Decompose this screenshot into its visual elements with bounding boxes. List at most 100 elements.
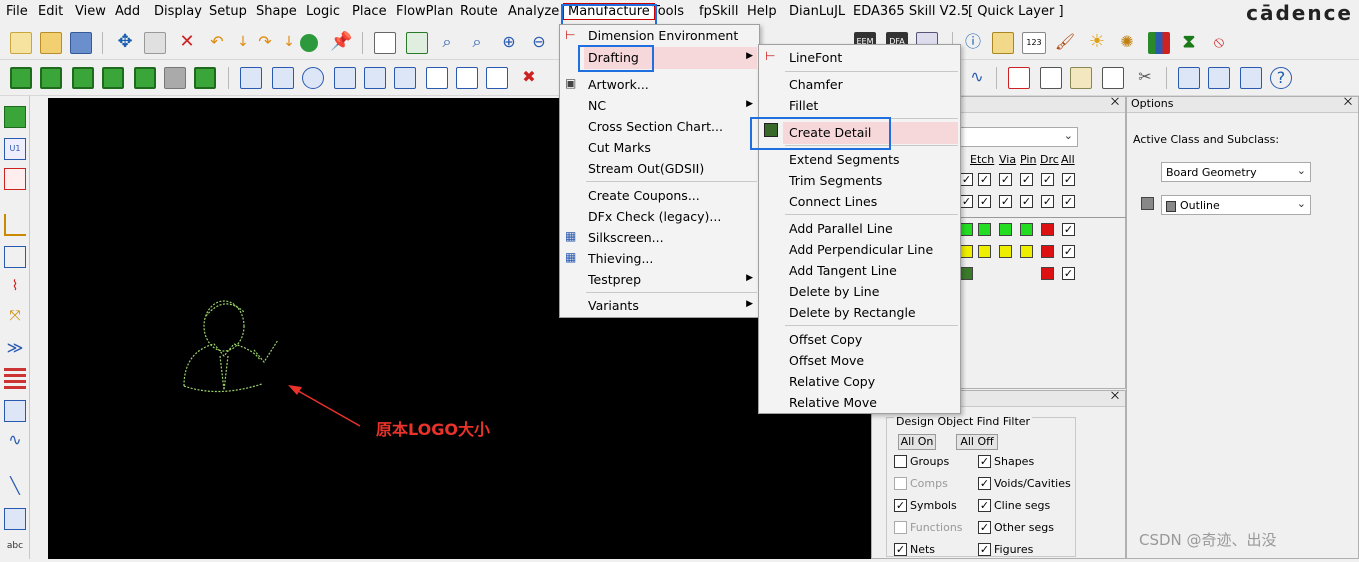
menu-route[interactable]: Route xyxy=(460,4,498,19)
visibility-combo[interactable]: ⌄ xyxy=(958,127,1078,147)
other-segs-checkbox[interactable]: ✓ xyxy=(978,521,991,534)
menu-cut-marks[interactable]: Cut Marks xyxy=(588,140,651,155)
layer-icon-2[interactable] xyxy=(40,67,62,89)
menu-add[interactable]: Add xyxy=(115,4,140,19)
u1-component-icon[interactable]: U1 xyxy=(4,138,26,160)
windows-icon[interactable] xyxy=(1178,67,1200,89)
cline-segs-checkbox[interactable]: ✓ xyxy=(978,499,991,512)
save-icon[interactable] xyxy=(70,32,92,54)
shape-poly-icon[interactable] xyxy=(364,67,386,89)
menu-place[interactable]: Place xyxy=(352,4,387,19)
zoom-window-icon[interactable]: ⌕ xyxy=(466,32,488,54)
color-swatch[interactable] xyxy=(978,223,991,236)
menu-shape[interactable]: Shape xyxy=(256,4,297,19)
measure-123-icon[interactable]: 123 xyxy=(1022,32,1046,54)
green-ball-icon[interactable] xyxy=(300,34,318,52)
vis-cb[interactable]: ✓ xyxy=(1062,223,1075,236)
menu-delete-by-line[interactable]: Delete by Line xyxy=(789,284,879,299)
menu-cross-section-chart[interactable]: Cross Section Chart... xyxy=(588,119,723,134)
panel-controls-icon-2[interactable]: ⨉ xyxy=(1111,391,1119,402)
shape-l-icon[interactable] xyxy=(240,67,262,89)
shapes-checkbox[interactable]: ✓ xyxy=(978,455,991,468)
no-entry-icon[interactable]: ⦸ xyxy=(1208,32,1230,54)
color-bars-icon[interactable] xyxy=(1148,32,1170,54)
layer-icon-6[interactable] xyxy=(194,67,216,89)
down-arrow-icon-2[interactable]: ↓ xyxy=(278,32,300,54)
menu-testprep[interactable]: Testprep xyxy=(588,272,641,287)
scissors-icon[interactable]: ✂ xyxy=(1134,67,1156,89)
nets-checkbox[interactable]: ✓ xyxy=(894,543,907,556)
functions-checkbox[interactable] xyxy=(894,521,907,534)
menu-add-perpendicular-line[interactable]: Add Perpendicular Line xyxy=(789,242,933,257)
menu-flowplan[interactable]: FlowPlan xyxy=(396,4,453,19)
color-swatch[interactable] xyxy=(999,245,1012,258)
menu-file[interactable]: File xyxy=(6,4,28,19)
menu-artwork[interactable]: Artwork... xyxy=(588,77,649,92)
menu-view[interactable]: View xyxy=(75,4,106,19)
menu-delete-by-rectangle[interactable]: Delete by Rectangle xyxy=(789,305,916,320)
menu-silkscreen[interactable]: Silkscreen... xyxy=(588,230,664,245)
redo-icon[interactable]: ↷ xyxy=(254,32,276,54)
menu-logic[interactable]: Logic xyxy=(306,4,340,19)
new-file-icon[interactable] xyxy=(10,32,32,54)
subclass-select[interactable]: Outline ⌄ xyxy=(1161,195,1311,215)
layer-icon-5[interactable] xyxy=(134,67,156,89)
menu-dianlujl[interactable]: DianLuJL xyxy=(789,4,845,19)
color-swatch[interactable] xyxy=(960,267,973,280)
shape-square-icon-2[interactable] xyxy=(456,67,478,89)
vis-cb[interactable]: ✓ xyxy=(1062,267,1075,280)
slide-icon[interactable] xyxy=(4,246,26,268)
vis-cb[interactable]: ✓ xyxy=(1062,173,1075,186)
rectangle-icon[interactable] xyxy=(4,508,26,530)
vis-cb[interactable]: ✓ xyxy=(1062,245,1075,258)
shape-rect-icon[interactable] xyxy=(272,67,294,89)
menu-setup[interactable]: Setup xyxy=(209,4,247,19)
vis-cb[interactable]: ✓ xyxy=(978,173,991,186)
shape-circle-icon[interactable] xyxy=(302,67,324,89)
menu-nc[interactable]: NC xyxy=(588,98,606,113)
line-icon[interactable]: ╲ xyxy=(4,476,26,498)
color-swatch[interactable] xyxy=(960,245,973,258)
menu-display[interactable]: Display xyxy=(154,4,202,19)
vis-cb[interactable]: ✓ xyxy=(1041,195,1054,208)
menu-add-tangent-line[interactable]: Add Tangent Line xyxy=(789,263,897,278)
vis-cb[interactable]: ✓ xyxy=(960,195,973,208)
menu-connect-lines[interactable]: Connect Lines xyxy=(789,194,877,209)
color-swatch[interactable] xyxy=(1041,267,1054,280)
doc-check-icon[interactable] xyxy=(1102,67,1124,89)
delay-tune-icon[interactable]: ⌇ xyxy=(4,276,26,298)
menu-fpskill[interactable]: fpSkill xyxy=(699,4,738,19)
vis-cb[interactable]: ✓ xyxy=(978,195,991,208)
wave-route-icon[interactable]: ∿ xyxy=(4,430,26,452)
connect-icon[interactable] xyxy=(4,168,26,190)
vis-cb[interactable]: ✓ xyxy=(1020,195,1033,208)
all-on-button[interactable]: All On xyxy=(898,434,936,450)
vis-cb[interactable]: ✓ xyxy=(1041,173,1054,186)
envelope-icon[interactable] xyxy=(1240,67,1262,89)
menu-help[interactable]: Help xyxy=(747,4,777,19)
menu-trim-segments[interactable]: Trim Segments xyxy=(789,173,882,188)
zoom-in-icon[interactable]: ⊕ xyxy=(498,32,520,54)
layer-icon-4[interactable] xyxy=(102,67,124,89)
figures-checkbox[interactable]: ✓ xyxy=(978,543,991,556)
down-arrow-icon[interactable]: ↓ xyxy=(232,32,254,54)
info-icon[interactable]: ⓘ xyxy=(962,32,984,54)
menu-edit[interactable]: Edit xyxy=(38,4,63,19)
menu-offset-move[interactable]: Offset Move xyxy=(789,353,864,368)
menu-eda365-skill[interactable]: EDA365 Skill V2.5 xyxy=(853,4,969,19)
grid-icon[interactable] xyxy=(374,32,396,54)
panel-controls-icon[interactable]: ⨉ xyxy=(1111,97,1119,108)
sun-icon[interactable]: ☀ xyxy=(1086,32,1108,54)
panel-close-icon[interactable]: ⨉ xyxy=(1344,97,1352,108)
menu-fillet[interactable]: Fillet xyxy=(789,98,818,113)
highlight-brush-icon[interactable]: 🖌 xyxy=(1054,32,1076,54)
shape-square-icon[interactable] xyxy=(426,67,448,89)
shape-delete-icon[interactable]: ✖ xyxy=(518,67,540,89)
vis-cb[interactable]: ✓ xyxy=(960,173,973,186)
menu-dimension-environment[interactable]: Dimension Environment xyxy=(588,28,738,43)
bus-icon[interactable] xyxy=(4,368,26,390)
color-swatch[interactable] xyxy=(999,223,1012,236)
subclass-color-swatch[interactable] xyxy=(1141,197,1154,210)
color-swatch[interactable] xyxy=(960,223,973,236)
undo-icon[interactable]: ↶ xyxy=(206,32,228,54)
